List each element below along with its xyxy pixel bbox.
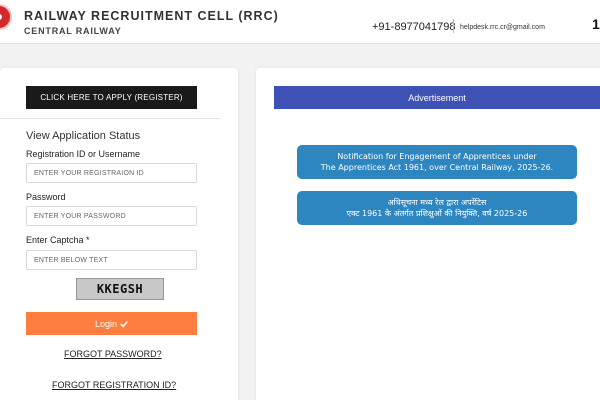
advertisement-header: Advertisement xyxy=(274,86,600,109)
captcha-label: Enter Captcha * xyxy=(26,235,90,245)
org-subtitle: CENTRAL RAILWAY xyxy=(24,26,122,36)
notice-hindi-line1: अधिसूचना मध्य रेल द्वारा अपरेंटिस xyxy=(387,198,487,207)
password-label: Password xyxy=(26,192,66,202)
header-divider xyxy=(453,19,454,33)
advertisement-card xyxy=(256,68,600,400)
notice-hindi-button[interactable]: अधिसूचना मध्य रेल द्वारा अपरेंटिस एक्ट 1… xyxy=(297,191,577,225)
notice-hindi-line2: एक्ट 1961 के अंतर्गत प्रशिक्षुओं की नियु… xyxy=(346,209,528,218)
login-button-label: Login xyxy=(94,318,118,329)
header-corner-text: 1 xyxy=(592,16,600,32)
login-button[interactable]: Login xyxy=(26,312,197,335)
captcha-image: KKEGSH xyxy=(76,278,164,300)
org-title: RAILWAY RECRUITMENT CELL (RRC) xyxy=(24,9,279,23)
helpline-phone[interactable]: +91-8977041798 xyxy=(372,21,456,33)
site-header: RAILWAY RECRUITMENT CELL (RRC) CENTRAL R… xyxy=(0,0,600,44)
notice-english-line1: Notification for Engagement of Apprentic… xyxy=(337,152,537,161)
forgot-registration-id-link[interactable]: FORGOT REGISTRATION ID? xyxy=(52,380,176,390)
rrc-logo-icon xyxy=(0,4,12,30)
password-input[interactable] xyxy=(26,206,197,226)
notice-english-button[interactable]: Notification for Engagement of Apprentic… xyxy=(297,145,577,179)
view-status-title: View Application Status xyxy=(26,130,141,142)
check-icon xyxy=(120,320,128,328)
registration-id-input[interactable] xyxy=(26,163,197,183)
helpdesk-email[interactable]: helpdesk.rrc.cr@gmail.com xyxy=(460,24,545,31)
forgot-password-link[interactable]: FORGOT PASSWORD? xyxy=(64,349,162,359)
notice-english-line2: The Apprentices Act 1961, over Central R… xyxy=(320,163,554,172)
apply-register-button[interactable]: CLICK HERE TO APPLY (REGISTER) xyxy=(26,86,197,109)
captcha-input[interactable] xyxy=(26,250,197,270)
username-label: Registration ID or Username xyxy=(26,149,141,159)
login-divider xyxy=(0,118,220,119)
